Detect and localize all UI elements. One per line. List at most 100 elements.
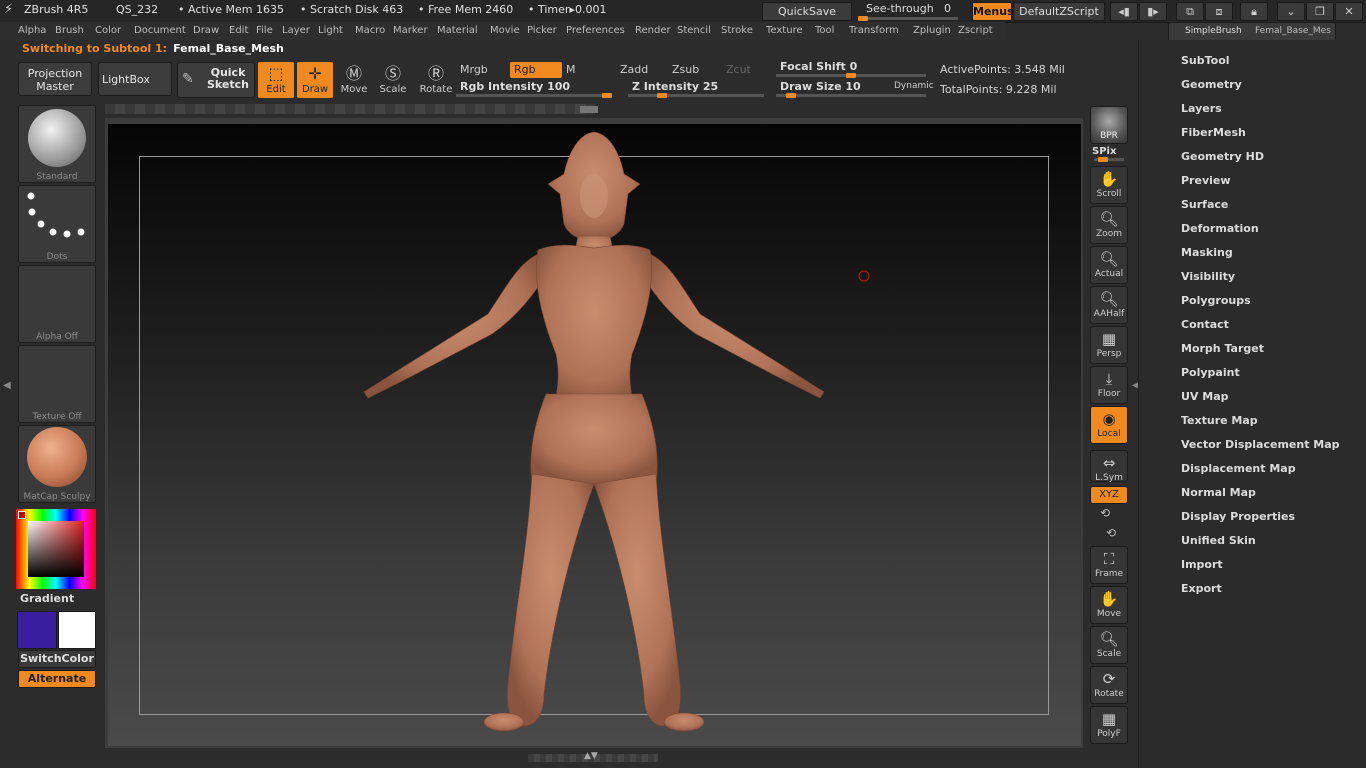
z-intensity-slider[interactable]: Z Intensity 25 [628, 80, 768, 98]
aahalf-button[interactable]: 🔍︎ AAHalf [1090, 286, 1128, 324]
lock-icon[interactable]: 🔒︎ [1240, 2, 1268, 21]
canvas-scroll-thumb[interactable] [580, 106, 598, 113]
move-mode-button[interactable]: Ⓜ Move [336, 62, 372, 98]
menu-layer[interactable]: Layer [282, 25, 310, 36]
focal-shift-slider[interactable]: Focal Shift 0 [776, 60, 926, 78]
local-transform-button[interactable]: ◉ Local [1090, 406, 1128, 444]
palette-polygroups[interactable]: Polygroups [1181, 294, 1251, 307]
layout-alt-icon[interactable]: ⧈ [1205, 2, 1233, 21]
scale-mode-button[interactable]: Ⓢ Scale [375, 62, 411, 98]
stroke-selector[interactable]: Dots [18, 185, 96, 263]
layout-icon[interactable]: ⧉ [1176, 2, 1204, 21]
bpr-render-button[interactable]: BPR [1090, 106, 1128, 144]
rgb-toggle[interactable]: Rgb [510, 62, 562, 78]
primary-color-swatch[interactable] [17, 611, 57, 649]
menu-picker[interactable]: Picker [527, 25, 557, 36]
palette-geometry[interactable]: Geometry [1181, 78, 1242, 91]
palette-contact[interactable]: Contact [1181, 318, 1229, 331]
menu-zscript[interactable]: Zscript [958, 25, 993, 36]
menu-zplugin[interactable]: Zplugin [913, 25, 951, 36]
default-zscript-button[interactable]: DefaultZScript [1013, 2, 1105, 21]
palette-displacement-map[interactable]: Displacement Map [1181, 462, 1296, 475]
m-toggle[interactable]: M [562, 62, 614, 78]
bottom-tray-toggle-icon[interactable]: ▲▼ [584, 751, 598, 761]
palette-fibermesh[interactable]: FiberMesh [1181, 126, 1246, 139]
draw-size-slider[interactable]: Draw Size 10 Dynamic [776, 80, 936, 98]
menu-marker[interactable]: Marker [393, 25, 428, 36]
local-symmetry-button[interactable]: ⇔ L.Sym [1090, 450, 1128, 483]
quick-sketch-button[interactable]: ✎ Quick Sketch [177, 62, 255, 98]
palette-uv-map[interactable]: UV Map [1181, 390, 1229, 403]
palette-export[interactable]: Export [1181, 582, 1222, 595]
seethrough-knob[interactable] [858, 16, 868, 21]
menu-transform[interactable]: Transform [849, 25, 899, 36]
scale-view-button[interactable]: 🔍︎ Scale [1090, 626, 1128, 664]
palette-masking[interactable]: Masking [1181, 246, 1233, 259]
scroll-right-icon[interactable]: ▮▸ [1139, 2, 1167, 21]
edit-mode-button[interactable]: ⬚ Edit [258, 62, 294, 98]
seethrough-slider[interactable]: See-through 0 [858, 2, 968, 21]
palette-texture-map[interactable]: Texture Map [1181, 414, 1258, 427]
floor-button[interactable]: ⤓ Floor [1090, 366, 1128, 404]
menu-stencil[interactable]: Stencil [677, 25, 711, 36]
minimize-icon[interactable]: ⌄ [1277, 2, 1305, 21]
zsub-toggle[interactable]: Zsub [668, 62, 720, 78]
menu-tool[interactable]: Tool [815, 25, 834, 36]
menu-macro[interactable]: Macro [355, 25, 385, 36]
spix-label[interactable]: SPix [1092, 146, 1116, 157]
xyz-rotation-toggle[interactable]: XYZ [1090, 486, 1128, 504]
actual-size-button[interactable]: 🔍︎ Actual [1090, 246, 1128, 284]
frame-button[interactable]: ⛶ Frame [1090, 546, 1128, 584]
canvas-top-scroll[interactable] [105, 104, 595, 114]
menu-draw[interactable]: Draw [193, 25, 219, 36]
palette-visibility[interactable]: Visibility [1181, 270, 1235, 283]
menu-movie[interactable]: Movie [490, 25, 520, 36]
palette-normal-map[interactable]: Normal Map [1181, 486, 1256, 499]
female-base-mesh-model[interactable] [108, 124, 1081, 746]
perspective-button[interactable]: ▦ Persp [1090, 326, 1128, 364]
material-selector[interactable]: MatCap Sculpy [18, 425, 96, 503]
menu-stroke[interactable]: Stroke [721, 25, 753, 36]
menu-color[interactable]: Color [95, 25, 121, 36]
restore-icon[interactable]: ❐ [1306, 2, 1334, 21]
menu-preferences[interactable]: Preferences [566, 25, 625, 36]
menus-toggle[interactable]: Menus [972, 2, 1014, 21]
palette-geometry-hd[interactable]: Geometry HD [1181, 150, 1264, 163]
rotate-mode-button[interactable]: Ⓡ Rotate [418, 62, 454, 98]
alpha-selector[interactable]: Alpha Off [18, 265, 96, 343]
palette-layers[interactable]: Layers [1181, 102, 1222, 115]
alternate-toggle[interactable]: Alternate [18, 670, 96, 688]
menu-texture[interactable]: Texture [766, 25, 803, 36]
rgb-intensity-slider[interactable]: Rgb Intensity 100 [456, 80, 616, 98]
palette-display-properties[interactable]: Display Properties [1181, 510, 1295, 523]
mesh-thumb[interactable]: Femal_Base_Mes [1255, 26, 1331, 36]
color-square[interactable] [28, 521, 84, 577]
rotate-z-icon[interactable]: ⟲ [1106, 526, 1116, 540]
palette-preview[interactable]: Preview [1181, 174, 1231, 187]
menu-file[interactable]: File [256, 25, 273, 36]
rotate-view-button[interactable]: ⟳ Rotate [1090, 666, 1128, 704]
menu-render[interactable]: Render [635, 25, 671, 36]
z-intensity-knob[interactable] [657, 93, 667, 98]
rgb-intensity-knob[interactable] [602, 93, 612, 98]
palette-surface[interactable]: Surface [1181, 198, 1228, 211]
menu-document[interactable]: Document [134, 25, 186, 36]
polyframe-button[interactable]: ▦ PolyF [1090, 706, 1128, 744]
quicksave-button[interactable]: QuickSave [762, 2, 852, 21]
draw-size-knob[interactable] [786, 93, 796, 98]
brush-selector[interactable]: Standard [18, 105, 96, 183]
menu-light[interactable]: Light [318, 25, 343, 36]
menu-material[interactable]: Material [437, 25, 478, 36]
move-view-button[interactable]: ✋ Move [1090, 586, 1128, 624]
dynamic-toggle[interactable]: Dynamic [894, 81, 934, 91]
switch-color-button[interactable]: SwitchColor [18, 650, 96, 668]
color-picker[interactable] [16, 509, 96, 589]
palette-import[interactable]: Import [1181, 558, 1223, 571]
texture-selector[interactable]: Texture Off [18, 345, 96, 423]
draw-mode-button[interactable]: ✛ Draw [297, 62, 333, 98]
zoom-view-button[interactable]: 🔍︎ Zoom [1090, 206, 1128, 244]
gradient-label[interactable]: Gradient [20, 592, 74, 605]
menu-edit[interactable]: Edit [229, 25, 248, 36]
palette-polypaint[interactable]: Polypaint [1181, 366, 1240, 379]
menu-brush[interactable]: Brush [55, 25, 84, 36]
